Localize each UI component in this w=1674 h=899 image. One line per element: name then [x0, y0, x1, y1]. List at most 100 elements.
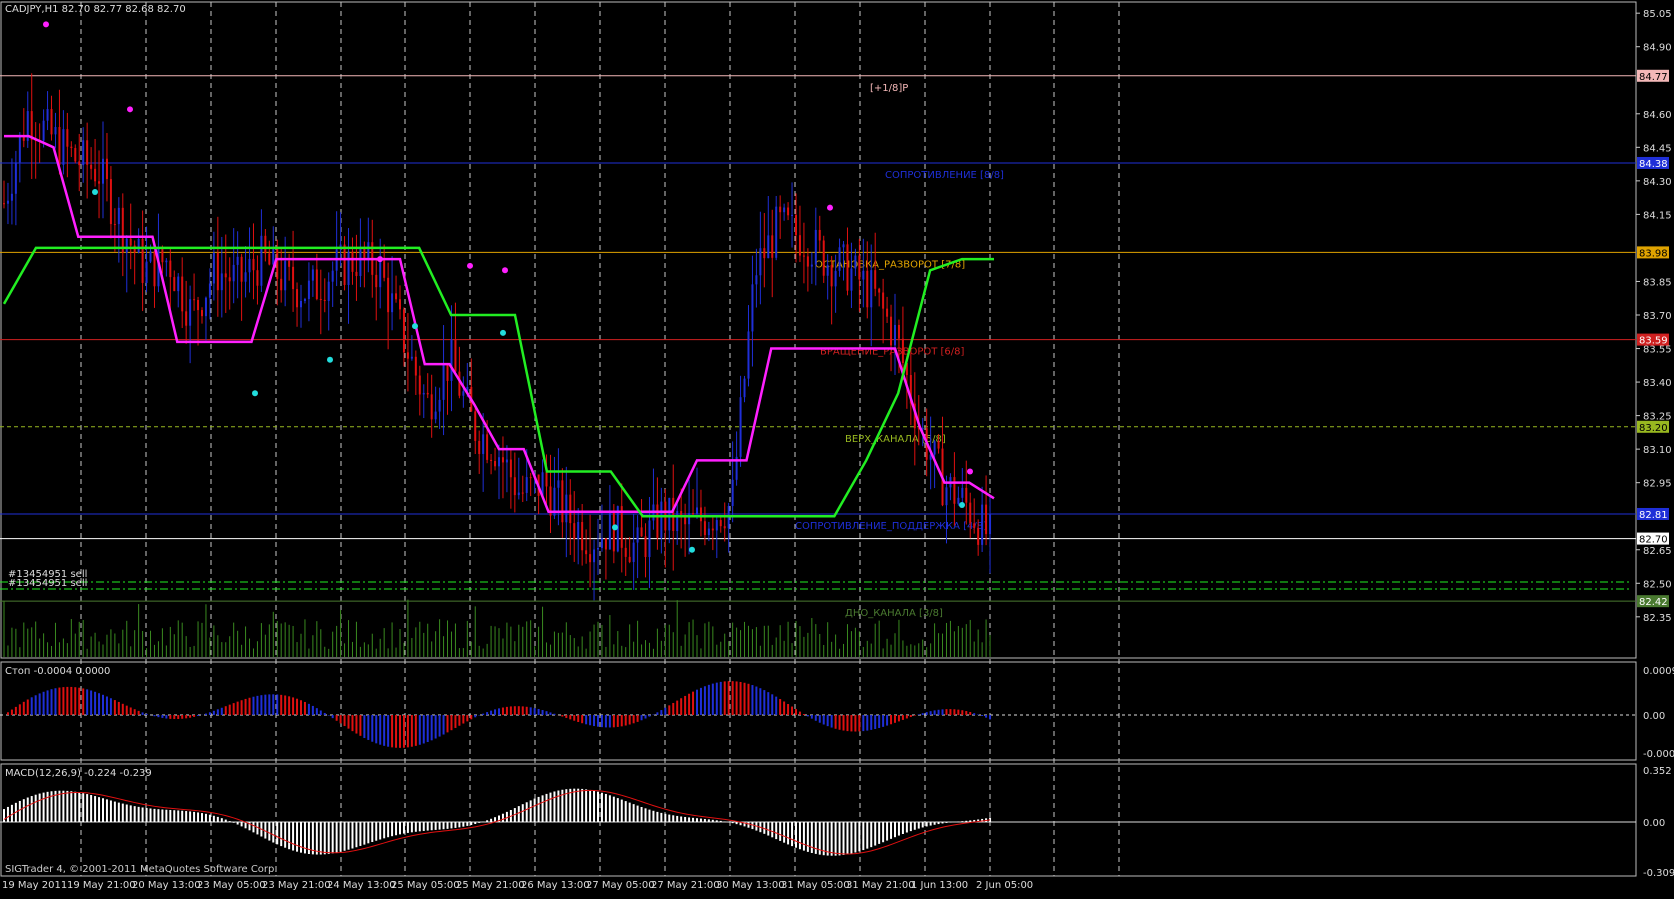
candle-body [46, 109, 49, 121]
candle-body [113, 224, 116, 226]
candle-body [260, 235, 263, 286]
chart-canvas[interactable]: 19 May 2011 19 May 21:0020 May 13:0023 Ma… [0, 0, 1674, 895]
trading-chart[interactable]: 19 May 2011 19 May 21:00 20 May 13:00 23 Ma… [0, 0, 1674, 895]
fractal-down-dot [689, 546, 695, 553]
candle-body [125, 238, 128, 253]
price-badge-text: 82.42 [1639, 597, 1668, 608]
candle-body [462, 391, 465, 396]
stop-axis-label: 0.00 [1643, 711, 1665, 722]
candle-body [973, 523, 976, 528]
candle-body [798, 235, 801, 256]
candle-body [343, 244, 346, 285]
candle-body [961, 487, 964, 498]
candle-body [117, 207, 120, 225]
candle-body [945, 487, 948, 506]
candle-body [767, 235, 770, 259]
candle-body [406, 352, 409, 359]
candle-body [276, 247, 279, 279]
copyright-label: SIGTrader 4, © 2001-2011 MetaQuotes Soft… [5, 864, 278, 875]
candle-body [521, 492, 524, 494]
panel-border-0 [0, 1, 1637, 659]
candle-body [604, 538, 607, 550]
candle-body [351, 251, 354, 272]
candle-body [62, 129, 65, 165]
candle-body [220, 273, 223, 291]
time-axis-label: 2 Jun 05:00 [976, 880, 1033, 891]
candle-body [505, 459, 508, 463]
candle-body [311, 269, 314, 281]
candle-body [854, 255, 857, 269]
candle-body [228, 277, 231, 282]
candle-body [240, 256, 243, 282]
candle-body [331, 270, 334, 282]
candle-body [557, 480, 560, 488]
candle-body [6, 200, 9, 204]
candle-body [256, 270, 259, 286]
candle-body [969, 502, 972, 524]
candle-body [490, 459, 493, 462]
fractal-up-dot [827, 204, 833, 211]
candle-body [288, 260, 291, 267]
candle-body [810, 264, 813, 267]
y-axis-label: 84.60 [1643, 110, 1672, 121]
candle-body [307, 280, 310, 299]
candle-body [581, 522, 584, 551]
candle-body [121, 207, 124, 253]
candle-body [707, 528, 710, 536]
fractal-up-dot [502, 267, 508, 274]
murrey-level-label: ДНО_КАНАЛА [3/8] [845, 608, 943, 619]
time-axis-label: 25 May 05:00 [391, 880, 460, 891]
candle-body [989, 514, 992, 535]
candle-body [676, 510, 679, 531]
candle-body [482, 434, 485, 454]
candle-body [759, 248, 762, 276]
candle-body [410, 356, 413, 359]
candle-body [102, 158, 104, 184]
order-label-2: #13454951 sell [8, 578, 88, 589]
candle-body [668, 497, 671, 531]
candle-body [517, 492, 520, 496]
y-axis-label: 83.10 [1643, 445, 1672, 456]
y-axis-label: 82.50 [1643, 579, 1672, 590]
candle-body [264, 235, 267, 254]
candle-body [886, 308, 889, 317]
candle-body [680, 510, 683, 516]
candle-body [327, 281, 330, 301]
candle-body [830, 265, 833, 287]
price-badge-text: 82.70 [1639, 535, 1668, 546]
candle-body [775, 206, 778, 258]
candle-body [434, 411, 437, 420]
candle-body [303, 298, 306, 302]
fractal-down-dot [412, 323, 418, 330]
candle-body [193, 299, 196, 301]
candle-body [272, 247, 275, 265]
candle-body [129, 238, 132, 246]
candle-body [169, 260, 172, 278]
y-axis-label: 82.35 [1643, 613, 1672, 624]
candle-body [165, 260, 168, 263]
candle-body [640, 527, 643, 537]
candle-body [672, 497, 675, 531]
fractal-down-dot [252, 390, 258, 397]
candle-body [585, 550, 588, 555]
candle-body [660, 501, 663, 538]
macd-axis-label: 0.00 [1643, 818, 1665, 829]
candle-body [141, 238, 144, 283]
candle-body [628, 556, 631, 562]
time-axis-label: 23 May 05:00 [197, 880, 266, 891]
candle-body [446, 363, 449, 381]
candle-body [791, 214, 794, 216]
fractal-down-dot [612, 524, 618, 531]
candle-body [268, 253, 271, 265]
candle-body [359, 246, 362, 276]
candle-body [561, 480, 564, 523]
candle-body [94, 168, 97, 182]
candle-body [86, 140, 89, 165]
y-axis-label: 83.40 [1643, 378, 1672, 389]
candle-body [70, 146, 73, 149]
candle-body [763, 248, 766, 259]
candle-body [418, 375, 421, 395]
price-badge-text: 83.98 [1639, 248, 1668, 259]
candle-body [323, 299, 326, 301]
candle-body [145, 261, 148, 283]
